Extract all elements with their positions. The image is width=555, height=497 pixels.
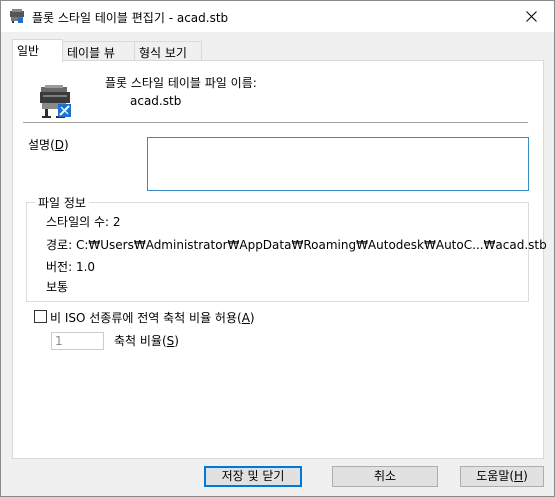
tab-table-view[interactable]: 테이블 뷰 bbox=[62, 41, 135, 61]
cancel-button[interactable]: 취소 bbox=[332, 466, 438, 487]
file-name-label: 플롯 스타일 테이블 파일 이름: bbox=[105, 76, 257, 90]
style-count-text: 스타일의 수: 2 bbox=[46, 215, 121, 229]
tab-general[interactable]: 일반 bbox=[12, 39, 63, 62]
iso-scale-checkbox[interactable] bbox=[34, 310, 47, 323]
help-button[interactable]: 도움말(H) bbox=[460, 466, 544, 487]
iso-scale-checkbox-label: 비 ISO 선종류에 전역 축척 비율 허용(A) bbox=[50, 311, 255, 325]
file-info-title: 파일 정보 bbox=[35, 194, 89, 211]
scale-factor-input[interactable]: 1 bbox=[51, 332, 104, 350]
description-input[interactable] bbox=[147, 137, 529, 191]
file-info-group: 파일 정보 스타일의 수: 2 경로: C:₩Users₩Administrat… bbox=[26, 194, 547, 302]
window-title: 플롯 스타일 테이블 편집기 - acad.stb bbox=[32, 11, 229, 25]
plotter-icon bbox=[40, 85, 71, 118]
close-icon bbox=[525, 11, 537, 22]
close-button[interactable] bbox=[508, 1, 554, 32]
title-bar: 플롯 스타일 테이블 편집기 - acad.stb bbox=[1, 1, 554, 32]
tab-form-view[interactable]: 형식 보기 bbox=[134, 41, 202, 61]
plot-style-editor-window: 플롯 스타일 테이블 편집기 - acad.stb 일반 테이블 뷰 형식 보기 bbox=[0, 0, 555, 497]
general-tab-panel: 플롯 스타일 테이블 파일 이름: acad.stb 설명(D) 파일 정보 스… bbox=[12, 60, 547, 459]
path-text: 경로: C:₩Users₩Administrator₩AppData₩Roami… bbox=[46, 238, 547, 252]
separator-line bbox=[23, 122, 528, 123]
normal-text: 보통 bbox=[46, 280, 69, 294]
scale-factor-label: 축척 비율(S) bbox=[114, 334, 179, 348]
save-and-close-button[interactable]: 저장 및 닫기 bbox=[204, 466, 302, 487]
description-label: 설명(D) bbox=[28, 138, 69, 152]
version-text: 버전: 1.0 bbox=[46, 260, 96, 274]
file-name-value: acad.stb bbox=[130, 94, 182, 108]
plot-style-app-icon bbox=[10, 9, 24, 23]
